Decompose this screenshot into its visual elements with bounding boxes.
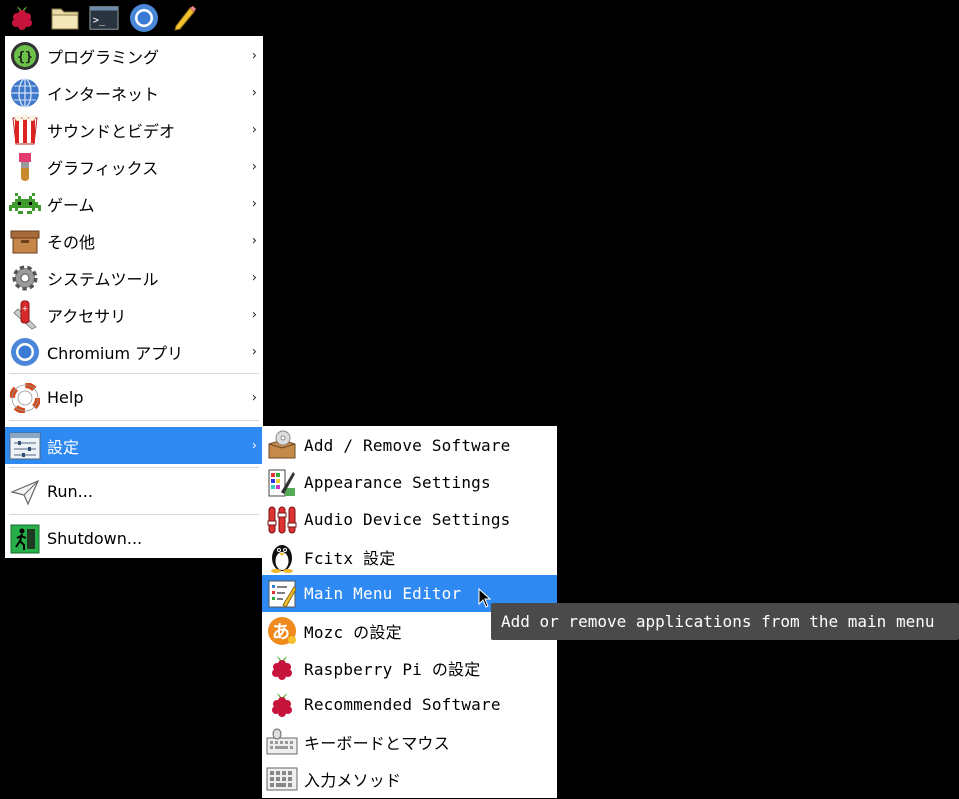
submenu-item-add-remove-software[interactable]: Add / Remove Software	[262, 427, 557, 464]
chromium-apps-icon	[9, 336, 41, 368]
submenu-item-label: Mozc の設定	[304, 622, 402, 642]
menu-item-label: Help	[47, 388, 84, 407]
mouse-cursor-icon	[478, 587, 492, 612]
menu-item-label: その他	[47, 232, 96, 252]
menu-item-system-tools[interactable]: システムツール ›	[5, 259, 263, 296]
menu-item-chromium-apps[interactable]: Chromium アプリ ›	[5, 333, 263, 370]
submenu-item-label: Fcitx 設定	[304, 548, 396, 568]
text-editor-icon[interactable]	[169, 3, 199, 33]
chromium-icon[interactable]	[129, 3, 159, 33]
games-icon	[9, 188, 41, 220]
submenu-item-label: Recommended Software	[304, 695, 501, 714]
menu-item-accessories[interactable]: + アクセサリ ›	[5, 296, 263, 333]
menu-item-sound-video[interactable]: サウンドとビデオ ›	[5, 111, 263, 148]
svg-text:+: +	[22, 304, 29, 313]
menu-item-label: Shutdown...	[47, 529, 143, 548]
submenu-arrow-icon: ›	[251, 307, 257, 322]
menu-item-internet[interactable]: インターネット ›	[5, 74, 263, 111]
submenu-arrow-icon: ›	[251, 438, 257, 453]
menu-item-label: Run...	[47, 482, 93, 501]
submenu-arrow-icon: ›	[251, 390, 257, 405]
submenu-arrow-icon: ›	[251, 48, 257, 63]
internet-icon	[9, 77, 41, 109]
file-manager-icon[interactable]	[50, 3, 80, 33]
submenu-item-label: Audio Device Settings	[304, 510, 511, 529]
submenu-arrow-icon: ›	[251, 233, 257, 248]
menu-item-graphics[interactable]: グラフィックス ›	[5, 148, 263, 185]
submenu-item-label: Appearance Settings	[304, 473, 491, 492]
submenu-arrow-icon: ›	[251, 122, 257, 137]
settings-icon	[9, 430, 41, 462]
tooltip: Add or remove applications from the main…	[491, 603, 959, 640]
programming-icon: {}	[9, 40, 41, 72]
appearance-settings-icon	[266, 467, 298, 499]
shutdown-icon	[9, 523, 41, 555]
submenu-item-label: Main Menu Editor	[304, 584, 462, 603]
menu-item-games[interactable]: ゲーム ›	[5, 185, 263, 222]
svg-text:>_: >_	[93, 15, 106, 27]
accessories-icon: +	[9, 299, 41, 331]
submenu-arrow-icon: ›	[251, 270, 257, 285]
graphics-icon	[9, 151, 41, 183]
submenu-item-recommended-software[interactable]: Recommended Software	[262, 686, 557, 723]
other-icon	[9, 225, 41, 257]
menu-item-label: システムツール	[47, 269, 159, 289]
menu-separator	[9, 373, 259, 374]
submenu-item-audio-device-settings[interactable]: Audio Device Settings	[262, 501, 557, 538]
menu-item-shutdown[interactable]: Shutdown...	[5, 520, 263, 557]
svg-text:{}: {}	[17, 50, 33, 65]
submenu-item-raspberry-pi-config[interactable]: Raspberry Pi の設定	[262, 649, 557, 686]
menu-item-help[interactable]: Help ›	[5, 379, 263, 416]
menu-item-label: サウンドとビデオ	[47, 121, 176, 141]
taskbar: >_	[0, 0, 959, 36]
terminal-icon[interactable]: >_	[89, 3, 119, 33]
submenu-arrow-icon: ›	[251, 344, 257, 359]
submenu-item-fcitx-settings[interactable]: Fcitx 設定	[262, 538, 557, 575]
fcitx-penguin-icon	[266, 541, 298, 573]
menu-separator	[9, 420, 259, 421]
add-remove-software-icon	[266, 430, 298, 462]
input-method-icon	[266, 763, 298, 795]
submenu-item-label: 入力メソッド	[304, 770, 402, 790]
main-menu-editor-icon	[266, 578, 298, 610]
submenu-item-label: Raspberry Pi の設定	[304, 659, 481, 679]
raspberry-menu-icon[interactable]	[7, 3, 37, 33]
help-icon	[9, 382, 41, 414]
keyboard-mouse-icon	[266, 726, 298, 758]
menu-separator	[9, 467, 259, 468]
menu-item-label: グラフィックス	[47, 158, 159, 178]
menu-item-label: アクセサリ	[47, 306, 127, 326]
menu-separator	[9, 514, 259, 515]
raspberry-pi-config-icon	[266, 652, 298, 684]
submenu-arrow-icon: ›	[251, 196, 257, 211]
mozc-icon: あ	[266, 615, 298, 647]
svg-text:あ: あ	[272, 622, 290, 643]
submenu-item-input-method[interactable]: 入力メソッド	[262, 760, 557, 797]
submenu-item-keyboard-mouse[interactable]: キーボードとマウス	[262, 723, 557, 760]
menu-item-label: Chromium アプリ	[47, 343, 184, 363]
menu-item-label: プログラミング	[47, 47, 160, 67]
menu-item-other[interactable]: その他 ›	[5, 222, 263, 259]
sound-video-icon	[9, 113, 41, 146]
system-tools-icon	[9, 262, 41, 294]
main-menu: {} プログラミング › インターネット › サウンドとビデオ › グラフィック…	[5, 36, 263, 558]
menu-item-label: 設定	[47, 437, 80, 457]
menu-item-settings[interactable]: 設定 ›	[5, 427, 263, 464]
submenu-item-label: Add / Remove Software	[304, 436, 511, 455]
menu-item-run[interactable]: Run...	[5, 473, 263, 510]
run-icon	[9, 476, 41, 508]
submenu-arrow-icon: ›	[251, 85, 257, 100]
menu-item-programming[interactable]: {} プログラミング ›	[5, 37, 263, 74]
recommended-software-icon	[266, 689, 298, 721]
submenu-arrow-icon: ›	[251, 159, 257, 174]
submenu-item-label: キーボードとマウス	[304, 733, 450, 753]
menu-item-label: ゲーム	[47, 195, 95, 215]
audio-device-settings-icon	[266, 504, 298, 536]
submenu-item-appearance-settings[interactable]: Appearance Settings	[262, 464, 557, 501]
menu-item-label: インターネット	[47, 84, 160, 104]
